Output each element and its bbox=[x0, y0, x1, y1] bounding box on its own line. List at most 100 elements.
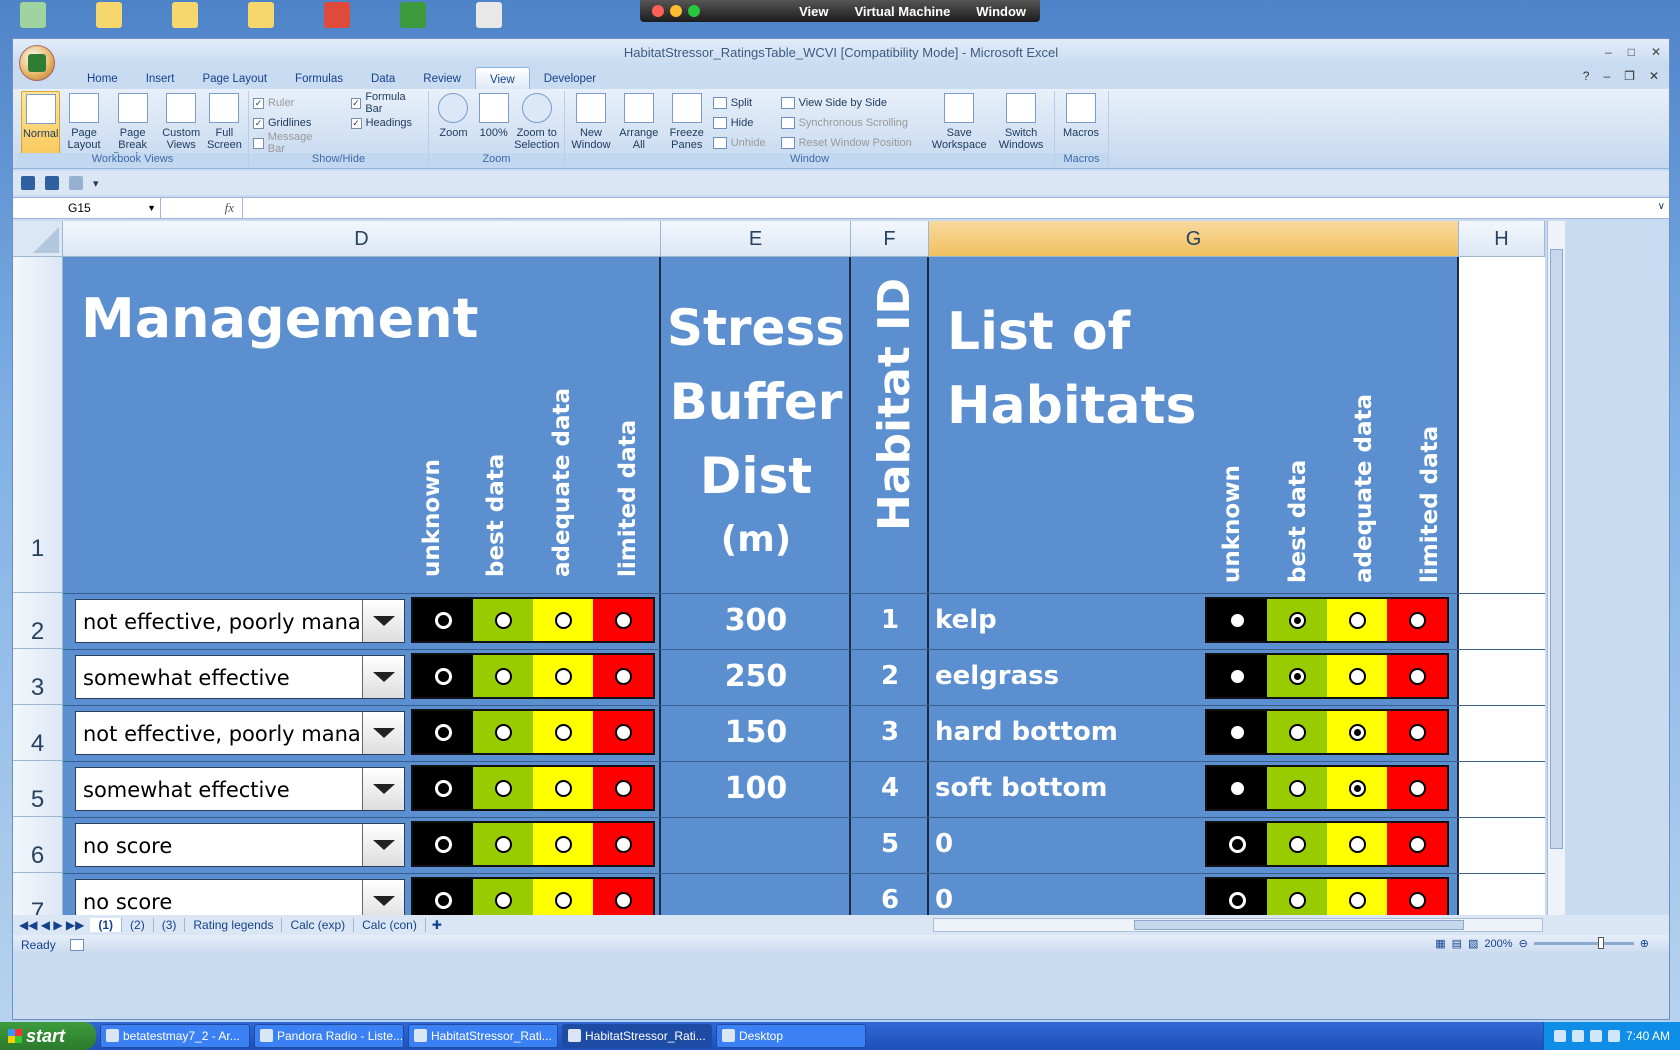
tab-view[interactable]: View bbox=[475, 67, 530, 89]
tab-formulas[interactable]: Formulas bbox=[281, 67, 357, 89]
help-icon[interactable]: ? bbox=[1583, 69, 1590, 83]
column-header-d[interactable]: D bbox=[63, 221, 661, 257]
habitat-rating-radio[interactable] bbox=[1408, 667, 1426, 685]
tab-nav-first-icon[interactable]: ◀◀ ◀ ▶ ▶▶ bbox=[13, 918, 90, 932]
vm-menu-view[interactable]: View bbox=[799, 4, 828, 19]
habitat-rating-radio[interactable] bbox=[1348, 835, 1366, 853]
formula-input[interactable] bbox=[243, 198, 1669, 218]
habitat-rating-radio[interactable] bbox=[1408, 891, 1426, 909]
tab-review[interactable]: Review bbox=[409, 67, 475, 89]
vm-menu-virtual-machine[interactable]: Virtual Machine bbox=[854, 4, 950, 19]
minimize-icon[interactable]: – bbox=[1603, 69, 1610, 83]
habitat-rating-radio[interactable] bbox=[1288, 667, 1306, 685]
zoom-slider[interactable] bbox=[1533, 937, 1634, 949]
management-rating-radio[interactable] bbox=[494, 667, 512, 685]
help-icon[interactable] bbox=[1553, 1030, 1566, 1042]
management-rating-radio[interactable] bbox=[434, 667, 452, 685]
minimize-icon[interactable]: – bbox=[1605, 45, 1612, 59]
habitat-rating-radio[interactable] bbox=[1228, 779, 1246, 797]
management-rating-radio[interactable] bbox=[554, 891, 572, 909]
headings-checkbox[interactable]: ✓ Headings bbox=[350, 115, 424, 131]
dropdown-button[interactable] bbox=[362, 656, 404, 698]
minimize-icon[interactable] bbox=[670, 5, 682, 17]
folder-icon[interactable] bbox=[248, 2, 274, 28]
zoom-in-icon[interactable]: ⊕ bbox=[1640, 937, 1649, 950]
folder-icon[interactable] bbox=[172, 2, 198, 28]
management-rating-radio[interactable] bbox=[434, 891, 452, 909]
dropdown-button[interactable] bbox=[362, 824, 404, 866]
taskbar-item[interactable]: Desktop bbox=[716, 1024, 866, 1048]
tab-home[interactable]: Home bbox=[73, 67, 132, 89]
zoom-out-icon[interactable]: ⊖ bbox=[1519, 937, 1528, 950]
expand-formula-bar-icon[interactable]: ∨ bbox=[1658, 201, 1665, 212]
habitat-rating-radio[interactable] bbox=[1228, 891, 1246, 909]
column-header-f[interactable]: F bbox=[851, 221, 929, 257]
volume-icon[interactable] bbox=[1607, 1030, 1620, 1042]
sheet-tab-calc-exp[interactable]: Calc (exp) bbox=[282, 918, 355, 932]
management-rating-radio[interactable] bbox=[494, 779, 512, 797]
unhide-button[interactable]: Unhide bbox=[712, 135, 777, 151]
row-header-6[interactable]: 6 bbox=[13, 817, 63, 873]
zoom-level[interactable]: 200% bbox=[1484, 938, 1512, 950]
close-icon[interactable]: ✕ bbox=[1651, 45, 1661, 59]
column-header-e[interactable]: E bbox=[661, 221, 851, 257]
dropdown-button[interactable] bbox=[362, 712, 404, 754]
insert-function-button[interactable]: fx bbox=[161, 198, 243, 218]
habitat-rating-radio[interactable] bbox=[1408, 611, 1426, 629]
start-button[interactable]: start bbox=[0, 1022, 96, 1050]
taskbar-item[interactable]: Pandora Radio - Liste... bbox=[254, 1024, 404, 1048]
column-header-h[interactable]: H bbox=[1459, 221, 1545, 257]
management-rating-radio[interactable] bbox=[554, 667, 572, 685]
habitat-rating-radio[interactable] bbox=[1408, 723, 1426, 741]
management-rating-radio[interactable] bbox=[494, 723, 512, 741]
tab-developer[interactable]: Developer bbox=[530, 67, 610, 89]
habitat-rating-radio[interactable] bbox=[1228, 667, 1246, 685]
habitat-rating-radio[interactable] bbox=[1228, 835, 1246, 853]
horizontal-scrollbar[interactable] bbox=[933, 918, 1543, 932]
folder-icon[interactable] bbox=[96, 2, 122, 28]
split-button[interactable]: Split bbox=[712, 95, 777, 111]
select-all-corner[interactable] bbox=[13, 221, 63, 257]
management-rating-radio[interactable] bbox=[554, 835, 572, 853]
habitat-rating-radio[interactable] bbox=[1408, 835, 1426, 853]
synchronous-scrolling-button[interactable]: Synchronous Scrolling bbox=[780, 115, 927, 131]
habitat-rating-radio[interactable] bbox=[1288, 891, 1306, 909]
management-dropdown[interactable]: not effective, poorly managed bbox=[75, 599, 405, 643]
worksheet-grid[interactable]: D E F G H 1 2 3 4 5 6 7 Management unkno… bbox=[13, 221, 1545, 915]
row-header-4[interactable]: 4 bbox=[13, 705, 63, 761]
sheet-tab-calc-con[interactable]: Calc (con) bbox=[354, 918, 426, 932]
row-header-7[interactable]: 7 bbox=[13, 873, 63, 915]
dropdown-button[interactable] bbox=[362, 768, 404, 810]
management-dropdown[interactable]: not effective, poorly managed bbox=[75, 711, 405, 755]
management-dropdown[interactable]: somewhat effective bbox=[75, 767, 405, 811]
excel-file-icon[interactable] bbox=[400, 2, 426, 28]
habitat-rating-radio[interactable] bbox=[1228, 723, 1246, 741]
habitat-rating-radio[interactable] bbox=[1408, 779, 1426, 797]
app-icon[interactable] bbox=[476, 2, 502, 28]
row-header-1[interactable]: 1 bbox=[13, 257, 63, 593]
management-rating-radio[interactable] bbox=[614, 667, 632, 685]
management-rating-radio[interactable] bbox=[494, 835, 512, 853]
habitat-rating-radio[interactable] bbox=[1288, 835, 1306, 853]
habitat-rating-radio[interactable] bbox=[1348, 779, 1366, 797]
management-rating-radio[interactable] bbox=[434, 779, 452, 797]
sheet-tab-2[interactable]: (2) bbox=[122, 918, 154, 932]
pdf-icon[interactable] bbox=[324, 2, 350, 28]
row-header-2[interactable]: 2 bbox=[13, 593, 63, 649]
management-rating-radio[interactable] bbox=[614, 611, 632, 629]
tab-insert[interactable]: Insert bbox=[132, 67, 189, 89]
taskbar-item[interactable]: HabitatStressor_Rati... bbox=[562, 1024, 712, 1048]
network-icon[interactable] bbox=[1571, 1030, 1584, 1042]
undo-icon[interactable] bbox=[45, 176, 59, 190]
management-rating-radio[interactable] bbox=[614, 723, 632, 741]
recycle-bin-icon[interactable] bbox=[20, 2, 46, 28]
ruler-checkbox[interactable]: ✓ Ruler bbox=[253, 95, 331, 111]
zoom-icon[interactable] bbox=[688, 5, 700, 17]
macro-record-icon[interactable] bbox=[69, 939, 84, 951]
management-rating-radio[interactable] bbox=[434, 723, 452, 741]
habitat-rating-radio[interactable] bbox=[1288, 723, 1306, 741]
maximize-icon[interactable]: □ bbox=[1628, 45, 1635, 59]
formula-bar-checkbox[interactable]: ✓ Formula Bar bbox=[350, 91, 424, 115]
dropdown-button[interactable] bbox=[362, 880, 404, 915]
habitat-rating-radio[interactable] bbox=[1228, 611, 1246, 629]
